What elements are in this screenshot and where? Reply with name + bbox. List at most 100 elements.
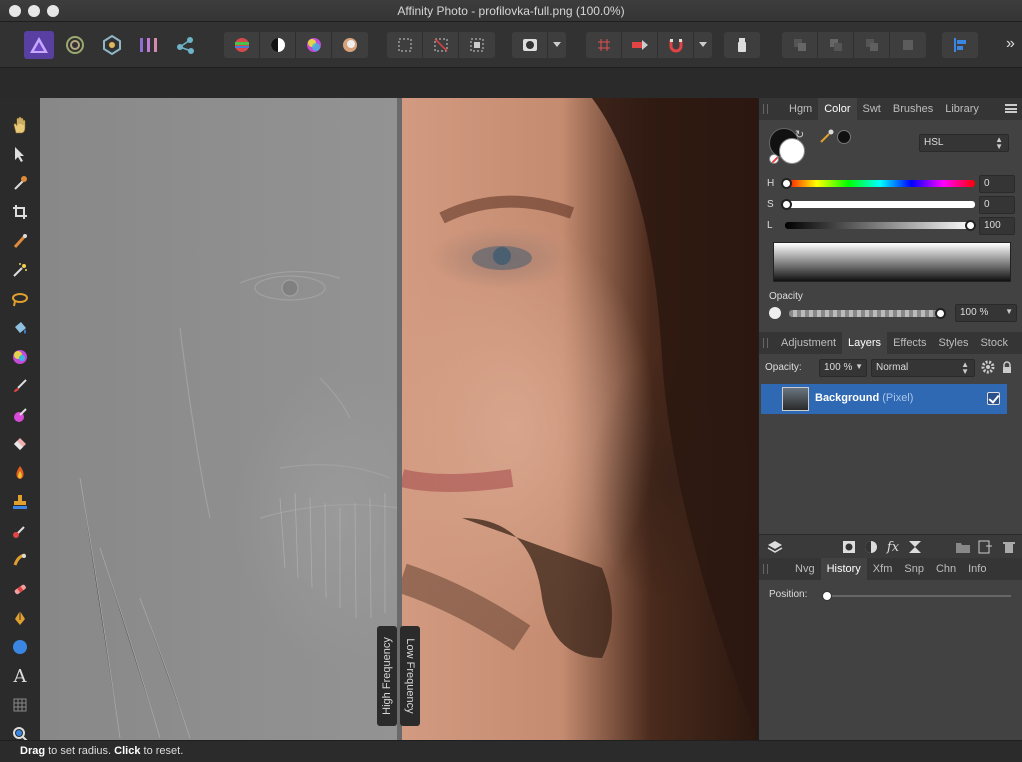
- opacity-value-field[interactable]: 100 % ▼: [955, 304, 1017, 322]
- photo-persona-icon[interactable]: [24, 31, 54, 59]
- layer-opacity-dropdown-icon[interactable]: ▼: [855, 362, 863, 371]
- gear-icon[interactable]: [981, 360, 995, 374]
- toolbar-overflow-button[interactable]: »: [1006, 35, 1015, 53]
- develop-persona-icon[interactable]: [99, 33, 125, 57]
- flood-select-icon[interactable]: [8, 258, 32, 282]
- assistant-icon[interactable]: [724, 32, 760, 58]
- marquee-icon[interactable]: [387, 32, 423, 58]
- tab-swt[interactable]: Swt: [857, 98, 887, 120]
- hue-slider-knob[interactable]: [781, 178, 792, 189]
- grid-icon[interactable]: [586, 32, 622, 58]
- add-layer-icon[interactable]: [977, 539, 993, 555]
- tab-hgm[interactable]: Hgm: [783, 98, 818, 120]
- secondary-color-swatch[interactable]: [779, 138, 805, 164]
- lightness-slider-knob[interactable]: [965, 220, 976, 231]
- move-icon[interactable]: [8, 142, 32, 166]
- panel-grip[interactable]: [763, 104, 768, 114]
- layer-visibility-checkbox[interactable]: [987, 392, 1000, 405]
- tab-library[interactable]: Library: [939, 98, 985, 120]
- history-panel-grip[interactable]: [763, 564, 768, 574]
- liquify-persona-icon[interactable]: [62, 33, 88, 57]
- auto-white-balance-icon[interactable]: [332, 32, 368, 58]
- move-forward-one-icon[interactable]: [854, 32, 890, 58]
- color-picker-icon[interactable]: [8, 171, 32, 195]
- tab-info[interactable]: Info: [962, 558, 992, 580]
- lightness-value-field[interactable]: 100: [979, 217, 1015, 235]
- live-filter-icon[interactable]: [907, 539, 923, 555]
- opacity-slider-knob[interactable]: [935, 308, 946, 319]
- hue-slider[interactable]: [785, 180, 975, 187]
- blend-mode-select[interactable]: Normal ▲ ▼: [871, 359, 975, 377]
- snap-to-pixel-icon[interactable]: [622, 32, 658, 58]
- tab-color[interactable]: Color: [818, 98, 857, 120]
- tab-chn[interactable]: Chn: [930, 558, 962, 580]
- move-back-one-icon[interactable]: [818, 32, 854, 58]
- layers-panel-grip[interactable]: [763, 338, 768, 348]
- swap-colors-icon[interactable]: ↻: [795, 128, 804, 141]
- tab-snp[interactable]: Snp: [898, 558, 930, 580]
- hand-icon[interactable]: [8, 113, 32, 137]
- no-color-icon[interactable]: [769, 154, 779, 164]
- tab-stock[interactable]: Stock: [974, 332, 1014, 354]
- add-mask-icon[interactable]: [841, 539, 857, 555]
- deselect-icon[interactable]: [423, 32, 459, 58]
- snapping-chevron-down-icon[interactable]: [694, 32, 712, 58]
- saturation-slider-knob[interactable]: [781, 199, 792, 210]
- history-position-knob[interactable]: [822, 591, 832, 601]
- auto-levels-icon[interactable]: [224, 32, 260, 58]
- layers-stack-icon[interactable]: [767, 539, 783, 555]
- opacity-dropdown-icon[interactable]: ▼: [1005, 307, 1013, 316]
- tab-effects[interactable]: Effects: [887, 332, 932, 354]
- trash-icon[interactable]: [1001, 539, 1017, 555]
- color-replacement-icon[interactable]: [8, 403, 32, 427]
- auto-colors-icon[interactable]: [296, 32, 332, 58]
- pen-icon[interactable]: [8, 606, 32, 630]
- panel-menu-icon[interactable]: [1005, 104, 1017, 113]
- paint-brush-icon[interactable]: [8, 374, 32, 398]
- flood-fill-icon[interactable]: [8, 316, 32, 340]
- color-spectrum-box[interactable]: [773, 242, 1011, 282]
- fx-icon[interactable]: fx: [885, 539, 901, 555]
- tab-history[interactable]: History: [820, 558, 867, 580]
- export-persona-icon[interactable]: [173, 33, 199, 57]
- saturation-value-field[interactable]: 0: [979, 196, 1015, 214]
- picked-color-swatch[interactable]: [837, 130, 851, 144]
- tone-mapping-persona-icon[interactable]: [136, 33, 162, 57]
- move-to-back-icon[interactable]: [782, 32, 818, 58]
- hue-value-field[interactable]: 0: [979, 175, 1015, 193]
- lightness-slider[interactable]: [785, 222, 975, 229]
- move-to-front-icon[interactable]: [890, 32, 926, 58]
- opacity-slider[interactable]: [789, 310, 943, 317]
- tab-nvg[interactable]: Nvg: [789, 558, 821, 580]
- tab-layers[interactable]: Layers: [842, 332, 888, 354]
- snapping-magnet-icon[interactable]: [658, 32, 694, 58]
- tab-brushes[interactable]: Brushes: [887, 98, 939, 120]
- color-model-select[interactable]: HSL ▲ ▼: [919, 134, 1009, 152]
- saturation-slider[interactable]: [785, 201, 975, 208]
- selection-brush-icon[interactable]: [8, 229, 32, 253]
- layer-row-background[interactable]: Background (Pixel): [761, 384, 1007, 414]
- chevron-down-icon[interactable]: [548, 32, 566, 58]
- history-position-slider[interactable]: [827, 595, 1011, 597]
- freehand-select-icon[interactable]: [8, 287, 32, 311]
- add-group-icon[interactable]: [955, 539, 971, 555]
- gradient-icon[interactable]: [8, 345, 32, 369]
- eyedropper-icon[interactable]: [819, 128, 835, 144]
- document-canvas[interactable]: High Frequency Low Frequency: [40, 98, 758, 740]
- tab-styles[interactable]: Styles: [933, 332, 975, 354]
- adjustment-icon[interactable]: [863, 539, 879, 555]
- healing-icon[interactable]: [8, 548, 32, 572]
- auto-contrast-icon[interactable]: [260, 32, 296, 58]
- retouch-icon[interactable]: [8, 519, 32, 543]
- layer-opacity-field[interactable]: 100 % ▼: [819, 359, 867, 377]
- invert-selection-icon[interactable]: [459, 32, 495, 58]
- erase-brush-icon[interactable]: [8, 432, 32, 456]
- dodge-icon[interactable]: [8, 461, 32, 485]
- text-icon[interactable]: A: [8, 664, 32, 688]
- clone-icon[interactable]: [8, 490, 32, 514]
- mesh-warp-icon[interactable]: [8, 693, 32, 717]
- quick-mask-icon[interactable]: [512, 32, 548, 58]
- crop-icon[interactable]: [8, 200, 32, 224]
- tab-xfm[interactable]: Xfm: [867, 558, 899, 580]
- tab-adjustment[interactable]: Adjustment: [775, 332, 842, 354]
